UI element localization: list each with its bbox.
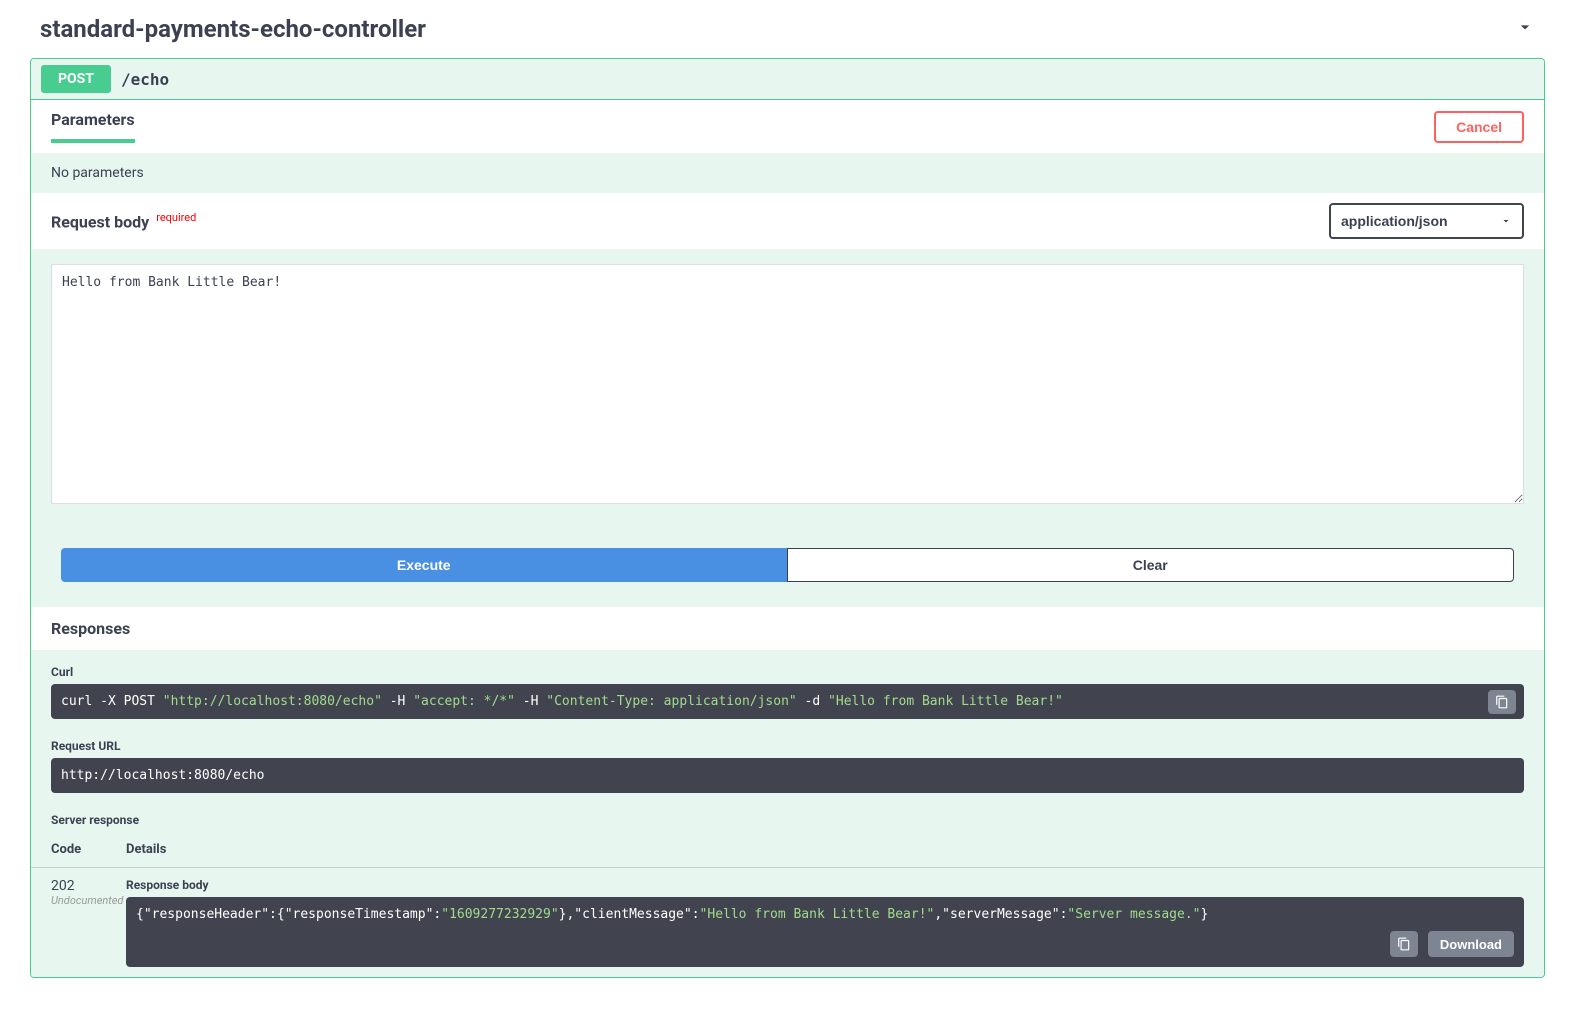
responses-header: Responses — [31, 607, 1544, 650]
clipboard-icon — [1495, 695, 1509, 709]
clipboard-icon — [1397, 937, 1411, 951]
cancel-button[interactable]: Cancel — [1434, 111, 1524, 143]
response-actions: Download — [1390, 931, 1514, 957]
json-text: ,"serverMessage": — [934, 907, 1067, 922]
request-body-label: Request body — [51, 212, 149, 231]
chevron-down-icon[interactable] — [1515, 17, 1535, 41]
curl-text: -H — [515, 694, 546, 709]
response-code-cell: 202 Undocumented — [51, 878, 126, 967]
curl-url: "http://localhost:8080/echo" — [163, 694, 382, 709]
controller-header[interactable]: standard-payments-echo-controller — [30, 10, 1545, 58]
curl-label: Curl — [51, 665, 1524, 679]
parameters-tab[interactable]: Parameters — [51, 110, 135, 143]
request-body-bar: Request body required application/json — [31, 193, 1544, 249]
json-text: },"clientMessage": — [559, 907, 700, 922]
curl-header: "Content-Type: application/json" — [546, 694, 796, 709]
response-table-header: Code Details — [31, 832, 1544, 868]
request-url-section: Request URL http://localhost:8080/echo — [31, 724, 1544, 798]
copy-response-button[interactable] — [1390, 931, 1418, 957]
curl-body: "Hello from Bank Little Bear!" — [828, 694, 1063, 709]
curl-command-box: curl -X POST "http://localhost:8080/echo… — [51, 684, 1524, 719]
content-type-select[interactable]: application/json — [1329, 203, 1524, 239]
json-client-msg: "Hello from Bank Little Bear!" — [700, 907, 935, 922]
curl-text: curl -X POST — [61, 694, 163, 709]
json-text: } — [1200, 907, 1208, 922]
curl-text: -d — [797, 694, 828, 709]
controller-title: standard-payments-echo-controller — [40, 15, 426, 43]
execute-button[interactable]: Execute — [61, 548, 787, 582]
no-parameters-text: No parameters — [31, 153, 1544, 193]
json-text: {"responseHeader":{"responseTimestamp": — [136, 907, 441, 922]
request-url-box: http://localhost:8080/echo — [51, 758, 1524, 793]
response-body-label: Response body — [126, 878, 1524, 892]
endpoint-block: POST /echo Parameters Cancel No paramete… — [30, 58, 1545, 978]
col-details-header: Details — [126, 832, 166, 867]
request-body-textarea[interactable] — [51, 264, 1524, 504]
curl-section: Curl curl -X POST "http://localhost:8080… — [31, 650, 1544, 724]
json-timestamp: "1609277232929" — [441, 907, 558, 922]
required-tag: required — [156, 211, 196, 224]
undocumented-label: Undocumented — [51, 894, 126, 907]
curl-header: "accept: */*" — [413, 694, 515, 709]
response-code: 202 — [51, 878, 126, 894]
method-badge: POST — [41, 65, 111, 93]
action-buttons: Execute Clear — [31, 523, 1544, 607]
endpoint-path: /echo — [121, 70, 169, 89]
request-body-wrap — [31, 249, 1544, 523]
copy-curl-button[interactable] — [1488, 690, 1516, 714]
clear-button[interactable]: Clear — [787, 548, 1515, 582]
response-details-cell: Response body {"responseHeader":{"respon… — [126, 878, 1524, 967]
json-server-msg: "Server message." — [1067, 907, 1200, 922]
server-response-label: Server response — [51, 813, 1524, 827]
endpoint-header[interactable]: POST /echo — [31, 59, 1544, 100]
response-row: 202 Undocumented Response body {"respons… — [31, 868, 1544, 977]
col-code-header: Code — [51, 832, 126, 867]
curl-text: -H — [382, 694, 413, 709]
response-body-box: {"responseHeader":{"responseTimestamp":"… — [126, 897, 1524, 967]
parameters-bar: Parameters Cancel — [31, 100, 1544, 153]
server-response-section: Server response — [31, 798, 1544, 827]
download-button[interactable]: Download — [1428, 931, 1514, 957]
request-url-label: Request URL — [51, 739, 1524, 753]
